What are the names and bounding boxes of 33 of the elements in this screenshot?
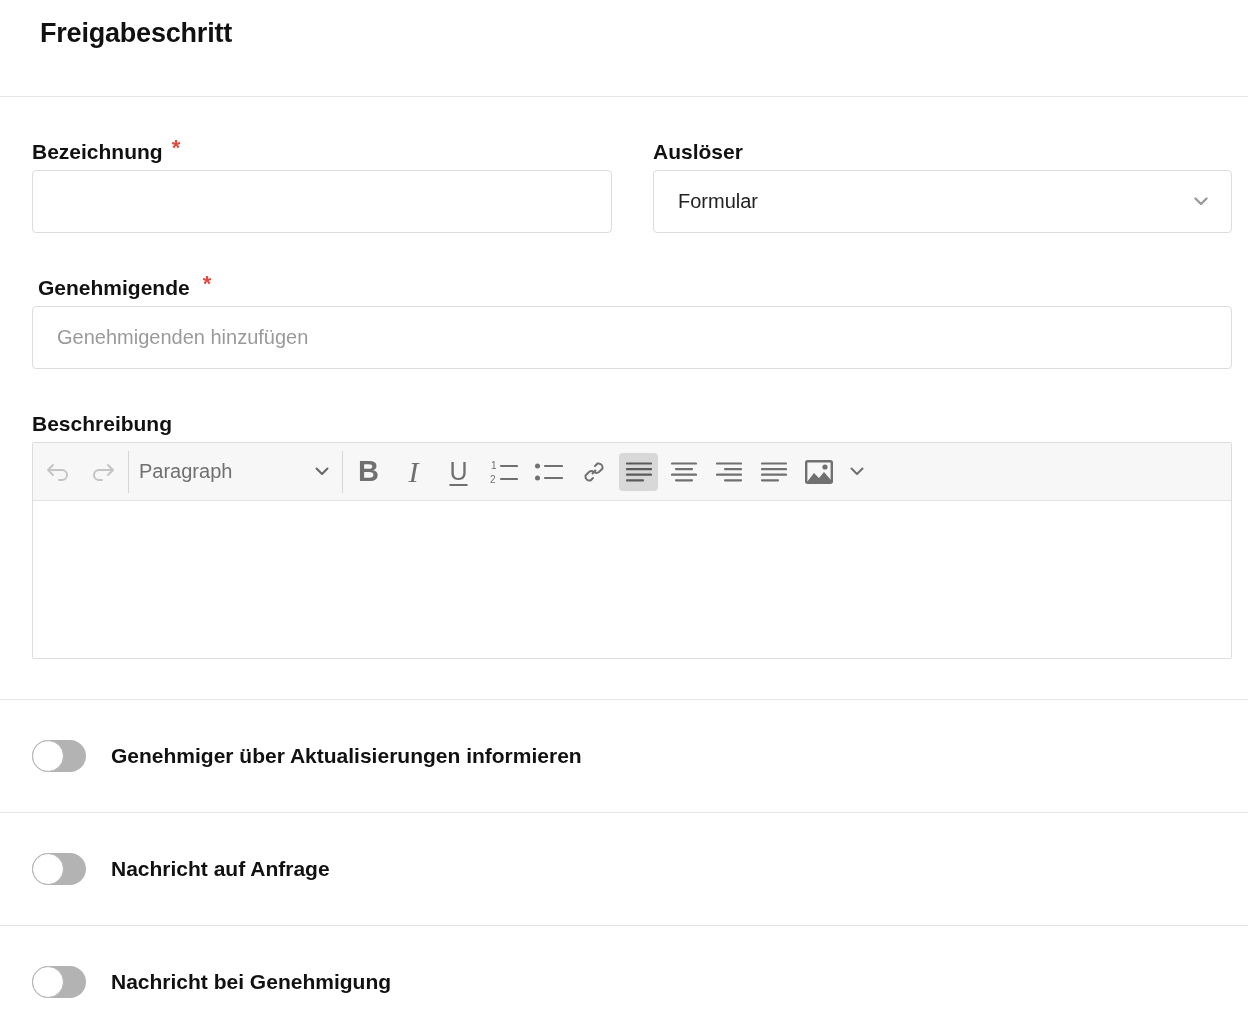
italic-button[interactable]: I bbox=[394, 452, 433, 491]
toggle-switch[interactable] bbox=[32, 966, 86, 998]
redo-icon bbox=[90, 462, 115, 481]
numbered-list-button[interactable]: 1 2 bbox=[484, 452, 523, 491]
align-center-icon bbox=[670, 461, 697, 482]
required-mark: * bbox=[202, 276, 212, 292]
align-left-button[interactable] bbox=[619, 452, 658, 491]
required-mark: * bbox=[171, 140, 181, 156]
chevron-down-icon bbox=[1194, 197, 1208, 206]
field-label: Genehmigende bbox=[38, 276, 190, 300]
toggle-switch[interactable] bbox=[32, 740, 86, 772]
toggle-label: Genehmiger über Aktualisierungen informieren bbox=[111, 744, 582, 768]
page-title: Freigabeschritt bbox=[40, 17, 233, 49]
field-label: Beschreibung bbox=[32, 412, 173, 436]
toggle-switch[interactable] bbox=[32, 853, 86, 885]
name-input-field[interactable] bbox=[32, 170, 612, 233]
align-left-icon bbox=[625, 461, 652, 482]
underline-button[interactable]: U bbox=[439, 452, 478, 491]
align-right-icon bbox=[715, 461, 742, 482]
trigger-select[interactable]: Formular bbox=[653, 170, 1232, 233]
block-format-dropdown[interactable]: Paragraph bbox=[135, 452, 336, 491]
field-label: Auslöser bbox=[653, 140, 743, 164]
align-justify-icon bbox=[760, 461, 787, 482]
toggle-label: Nachricht auf Anfrage bbox=[111, 857, 330, 881]
undo-icon bbox=[45, 462, 70, 481]
toggle-label: Nachricht bei Genehmigung bbox=[111, 970, 392, 994]
field-label: Bezeichnung bbox=[32, 140, 163, 164]
chevron-down-icon bbox=[850, 467, 864, 476]
image-icon bbox=[804, 459, 833, 484]
bullet-list-icon bbox=[534, 462, 563, 481]
bold-button[interactable]: B bbox=[349, 452, 388, 491]
chevron-down-icon bbox=[315, 467, 329, 476]
approvers-input-field[interactable]: Genehmigenden hinzufügen bbox=[32, 306, 1232, 369]
